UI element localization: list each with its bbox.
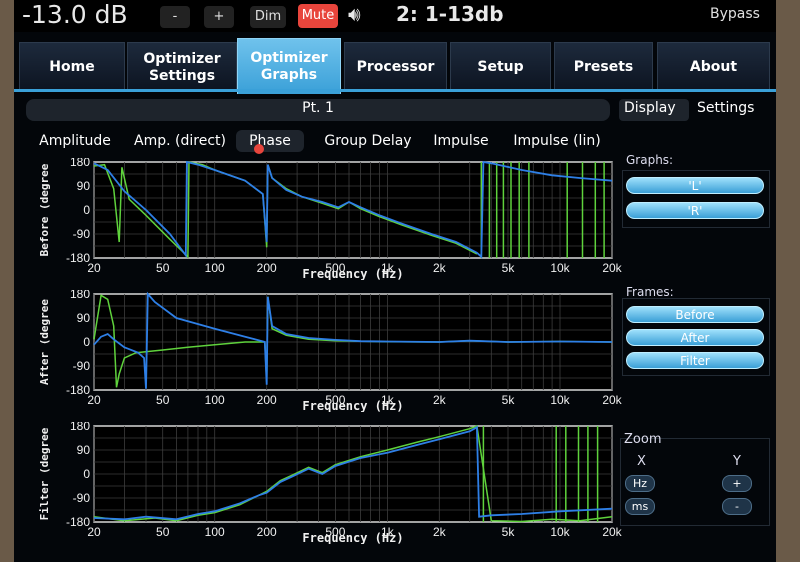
volume-readout: -13.0 dB [22,0,128,29]
x-tick-label: 5k [502,393,516,407]
point-title: Pt. 1 [302,100,334,116]
zoom-y-plus-button[interactable]: + [722,475,752,492]
y-axis-label: Before (degree [38,163,51,256]
x-tick-label: 10k [550,525,570,539]
frame-before-button[interactable]: Before [626,306,764,323]
y-tick-label: 180 [70,158,90,169]
x-tick-label: 2k [433,261,447,275]
x-tick-label: 2k [433,393,447,407]
y-tick-label: -90 [73,359,91,373]
subtab-group-delay[interactable]: Group Delay [312,130,424,152]
settings-tab[interactable]: Settings [697,100,754,116]
zoom-x-label: X [637,454,646,469]
screen: -13.0 dB - + Dim Mute 🔊︎ 2: 1-13db Bypas… [14,0,776,562]
nav-tab-optimizer-settings[interactable]: Optimizer Settings [127,42,237,92]
y-axis-label: After (degree [38,299,51,385]
zoom-x-ms-button[interactable]: ms [625,498,655,515]
x-tick-label: 50 [156,393,170,407]
x-tick-label: 2k [433,525,447,539]
x-tick-label: 100 [205,261,225,275]
phase-graph-before: 180900-90-18020 50 100 200 500 1k 2k 5k 10k 20kFr… [38,158,622,280]
y-tick-label: 180 [70,290,90,301]
speaker-icon[interactable]: 🔊︎ [348,2,361,26]
frame-after-button[interactable]: After [626,329,764,346]
y-tick-label: 0 [83,203,90,217]
x-tick-label: 10k [550,393,570,407]
nav-tab-processor[interactable]: Processor [344,42,447,92]
x-tick-label: 5k [502,525,516,539]
zoom-y-label: Y [733,454,741,469]
y-tick-label: 90 [77,179,91,193]
subtab-impulse[interactable]: Impulse [428,130,494,152]
x-tick-label: 20k [602,261,622,275]
main-nav: Home Optimizer Settings Optimizer Graphs Pr… [14,38,776,94]
nav-tab-about[interactable]: About [657,42,770,92]
graph-L-button[interactable]: 'L' [626,177,764,194]
y-tick-label: 90 [77,311,91,325]
x-tick-label: 200 [257,261,277,275]
subtab-phase[interactable]: Phase [236,130,304,152]
phase-graph-after: 180900-90-18020 50 100 200 500 1k 2k 5k 10k 20kFr… [38,290,622,412]
frames-title: Frames: [626,285,674,299]
y-axis-label: Filter (degree [38,427,51,520]
x-tick-label: 20 [87,261,101,275]
y-tick-label: 0 [83,467,90,481]
nav-underline [14,89,776,92]
frame-filter-button[interactable]: Filter [626,352,764,369]
subtab-amplitude[interactable]: Amplitude [32,130,118,152]
active-tab-indicator [254,144,264,154]
nav-tab-optimizer-graphs[interactable]: Optimizer Graphs [237,38,341,94]
x-axis-label: Frequency (Hz) [302,267,403,280]
y-tick-label: 90 [77,443,91,457]
x-tick-label: 20k [602,393,622,407]
x-tick-label: 5k [502,261,516,275]
nav-tab-home[interactable]: Home [19,42,125,92]
x-tick-label: 20 [87,393,101,407]
x-tick-label: 50 [156,525,170,539]
y-tick-label: -90 [73,227,91,241]
graph-R-button[interactable]: 'R' [626,202,764,219]
preset-readout: 2: 1-13db [396,2,504,26]
display-tab-label: Display [624,100,676,116]
x-axis-label: Frequency (Hz) [302,399,403,412]
top-bar: -13.0 dB - + Dim Mute 🔊︎ 2: 1-13db Bypas… [14,0,776,32]
bypass-button[interactable]: Bypass [700,4,770,24]
x-tick-label: 100 [205,525,225,539]
zoom-y-minus-button[interactable]: - [722,498,752,515]
x-tick-label: 100 [205,393,225,407]
zoom-x-hz-button[interactable]: Hz [625,475,655,492]
nav-tab-presets[interactable]: Presets [554,42,653,92]
x-tick-label: 200 [257,393,277,407]
x-tick-label: 200 [257,525,277,539]
nav-tab-setup[interactable]: Setup [450,42,551,92]
y-tick-label: 180 [70,422,90,433]
mute-button[interactable]: Mute [298,4,338,28]
phase-graph-filter: 180900-90-18020 50 100 200 500 1k 2k 5k 10k 20kFr… [38,422,622,544]
graphs-title: Graphs: [626,153,674,167]
dim-button[interactable]: Dim [250,6,286,28]
x-tick-label: 20 [87,525,101,539]
y-tick-label: 0 [83,335,90,349]
zoom-title: Zoom [624,432,662,447]
x-tick-label: 50 [156,261,170,275]
subtab-amp-direct[interactable]: Amp. (direct) [126,130,234,152]
subtab-impulse-lin[interactable]: Impulse (lin) [506,130,608,152]
x-tick-label: 20k [602,525,622,539]
volume-up-button[interactable]: + [204,6,234,28]
y-tick-label: -90 [73,491,91,505]
x-tick-label: 10k [550,261,570,275]
volume-down-button[interactable]: - [160,6,190,28]
x-axis-label: Frequency (Hz) [302,531,403,544]
